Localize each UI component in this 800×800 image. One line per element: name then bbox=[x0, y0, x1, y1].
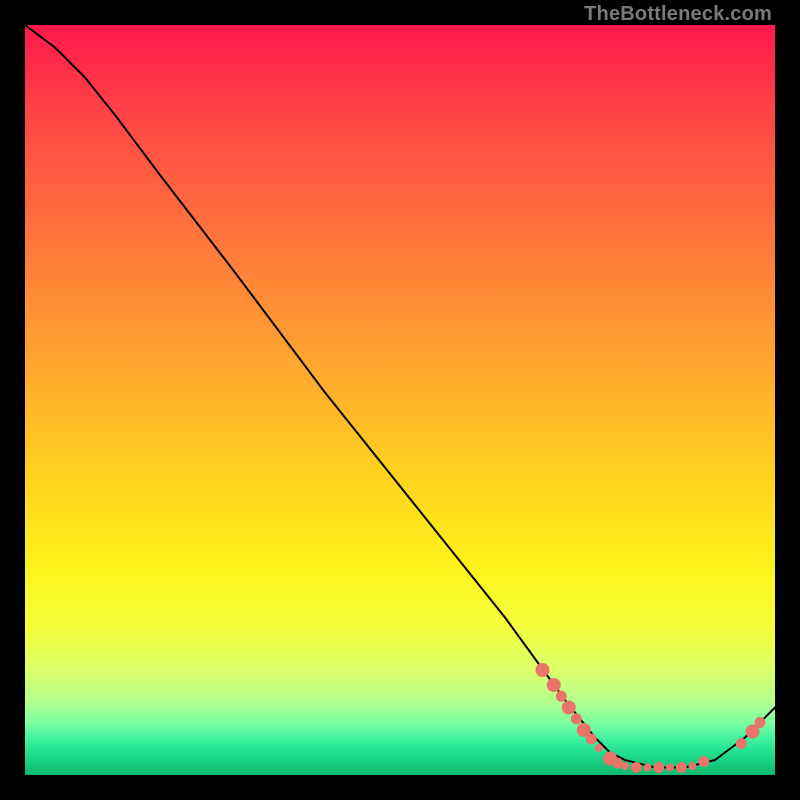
bottleneck-curve bbox=[25, 25, 775, 768]
marker-layer bbox=[536, 663, 766, 773]
data-point bbox=[547, 678, 561, 692]
watermark-text: TheBottleneck.com bbox=[584, 4, 772, 24]
data-point bbox=[595, 744, 603, 752]
data-point bbox=[556, 691, 567, 702]
data-point bbox=[644, 764, 652, 772]
data-point bbox=[736, 738, 747, 749]
data-point bbox=[631, 762, 642, 773]
data-point bbox=[653, 762, 664, 773]
data-point bbox=[755, 717, 766, 728]
data-point bbox=[562, 701, 576, 715]
data-point bbox=[676, 762, 687, 773]
data-point bbox=[586, 734, 597, 745]
data-point bbox=[698, 756, 709, 767]
data-point bbox=[571, 713, 582, 724]
data-point bbox=[666, 764, 674, 772]
data-point bbox=[689, 762, 697, 770]
chart-svg bbox=[25, 25, 775, 775]
chart-stage: TheBottleneck.com bbox=[0, 0, 800, 800]
plot-background bbox=[25, 25, 775, 775]
data-point bbox=[536, 663, 550, 677]
data-point bbox=[621, 762, 629, 770]
